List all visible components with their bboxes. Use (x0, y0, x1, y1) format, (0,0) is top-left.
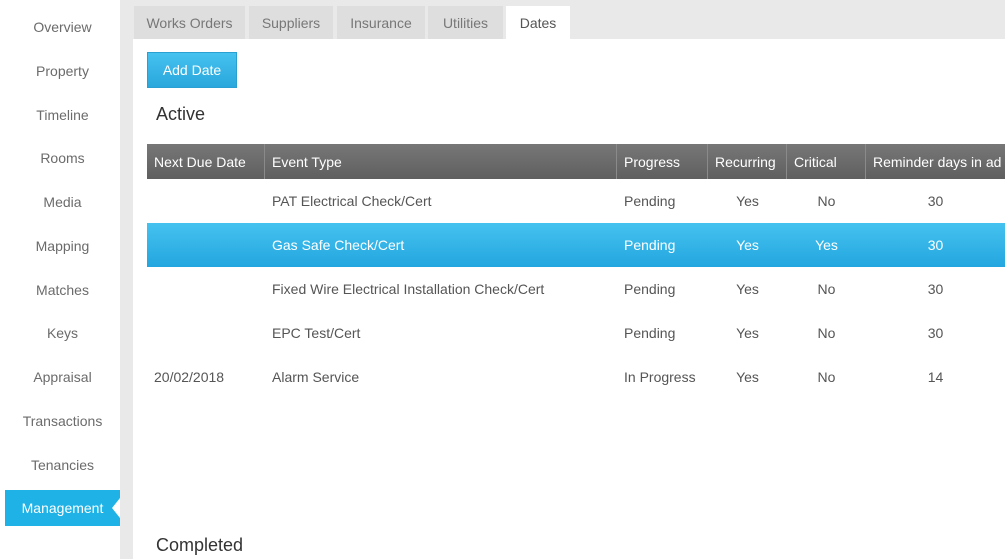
cell-due-date (147, 267, 265, 311)
tab-works-orders[interactable]: Works Orders (134, 6, 245, 39)
cell-reminder-days: 30 (927, 325, 944, 341)
dates-table: Next Due Date Event Type Progress Recurr… (147, 144, 1005, 399)
table-row[interactable]: EPC Test/Cert Pending Yes No 30 (147, 311, 1005, 355)
sidebar-item-mapping[interactable]: Mapping (5, 228, 120, 264)
cell-due-date: 20/02/2018 (154, 369, 225, 385)
cell-critical: No (817, 193, 836, 209)
sidebar-item-label: Rooms (40, 150, 85, 166)
sidebar-item-label: Media (43, 194, 82, 210)
sidebar-item-label: Timeline (36, 107, 89, 123)
sidebar-item-transactions[interactable]: Transactions (5, 403, 120, 439)
table-row-selected[interactable]: Gas Safe Check/Cert Pending Yes Yes 30 (147, 223, 1005, 267)
sidebar-item-management[interactable]: Management (5, 490, 120, 526)
tab-label: Works Orders (146, 14, 233, 31)
sidebar-item-property[interactable]: Property (5, 53, 120, 89)
sidebar-item-label: Matches (36, 282, 89, 298)
sidebar-nav: Overview Property Timeline Rooms Media M… (0, 0, 120, 559)
column-header-reminder-days[interactable]: Reminder days in ad (866, 144, 1005, 179)
active-section-title: Active (156, 104, 206, 124)
sidebar-item-label: Keys (46, 325, 79, 341)
sidebar-item-keys[interactable]: Keys (5, 315, 120, 351)
tab-insurance[interactable]: Insurance (337, 6, 425, 39)
column-header-critical[interactable]: Critical (787, 144, 866, 179)
sidebar-item-label: Mapping (35, 238, 90, 254)
tab-dates[interactable]: Dates (506, 6, 570, 39)
cell-progress: Pending (624, 281, 676, 297)
cell-due-date (147, 179, 265, 223)
cell-event-type: Gas Safe Check/Cert (272, 237, 405, 253)
active-indicator-notch (112, 498, 120, 518)
add-date-button[interactable]: Add Date (147, 52, 237, 88)
cell-reminder-days: 30 (927, 281, 944, 297)
sidebar-item-label: Management (21, 500, 104, 516)
sidebar-item-overview[interactable]: Overview (5, 9, 120, 45)
completed-section-title: Completed (156, 535, 244, 555)
tab-bar: Works Orders Suppliers Insurance Utiliti… (133, 0, 1005, 39)
tab-label: Utilities (442, 14, 489, 31)
column-header-progress[interactable]: Progress (617, 144, 708, 179)
column-header-recurring[interactable]: Recurring (708, 144, 787, 179)
cell-recurring: Yes (736, 193, 759, 209)
sidebar-item-label: Appraisal (33, 369, 92, 385)
sidebar-item-appraisal[interactable]: Appraisal (5, 359, 120, 395)
cell-progress: Pending (624, 237, 676, 253)
cell-critical: No (817, 325, 836, 341)
cell-due-date (147, 311, 265, 355)
tab-utilities[interactable]: Utilities (428, 6, 503, 39)
tab-label: Insurance (350, 14, 412, 31)
table-header: Next Due Date Event Type Progress Recurr… (147, 144, 1005, 179)
sidebar-divider (120, 0, 133, 559)
cell-event-type: PAT Electrical Check/Cert (272, 193, 432, 209)
cell-reminder-days: 30 (927, 237, 944, 253)
sidebar-item-tenancies[interactable]: Tenancies (5, 447, 120, 483)
cell-reminder-days: 14 (927, 369, 944, 385)
sidebar-item-matches[interactable]: Matches (5, 272, 120, 308)
tab-suppliers[interactable]: Suppliers (249, 6, 333, 39)
cell-recurring: Yes (736, 281, 759, 297)
sidebar-item-label: Property (36, 63, 89, 79)
cell-due-date (147, 223, 265, 267)
sidebar-item-label: Overview (33, 19, 92, 35)
sidebar-item-timeline[interactable]: Timeline (5, 97, 120, 133)
cell-progress: Pending (624, 193, 676, 209)
column-header-event-type[interactable]: Event Type (265, 144, 617, 179)
cell-recurring: Yes (736, 237, 759, 253)
tab-label: Dates (519, 14, 557, 31)
sidebar-item-label: Transactions (22, 413, 103, 429)
cell-event-type: Fixed Wire Electrical Installation Check… (272, 281, 545, 297)
cell-event-type: EPC Test/Cert (272, 325, 361, 341)
table-row[interactable]: PAT Electrical Check/Cert Pending Yes No… (147, 179, 1005, 223)
cell-recurring: Yes (736, 369, 759, 385)
cell-critical: No (817, 369, 836, 385)
cell-recurring: Yes (736, 325, 759, 341)
sidebar-item-media[interactable]: Media (5, 184, 120, 220)
cell-event-type: Alarm Service (272, 369, 360, 385)
sidebar-item-rooms[interactable]: Rooms (5, 140, 120, 176)
table-row[interactable]: 20/02/2018 Alarm Service In Progress Yes… (147, 355, 1005, 399)
cell-critical: Yes (815, 237, 838, 253)
tab-label: Suppliers (261, 14, 321, 31)
cell-critical: No (817, 281, 836, 297)
app-window: Overview Property Timeline Rooms Media M… (0, 0, 1005, 559)
table-row[interactable]: Fixed Wire Electrical Installation Check… (147, 267, 1005, 311)
dates-panel: Add Date Active Next Due Date Event Type… (133, 39, 1005, 559)
sidebar-item-label: Tenancies (30, 457, 95, 473)
column-header-next-due-date[interactable]: Next Due Date (147, 144, 265, 179)
cell-progress: Pending (624, 325, 676, 341)
cell-reminder-days: 30 (927, 193, 944, 209)
cell-progress: In Progress (624, 369, 696, 385)
